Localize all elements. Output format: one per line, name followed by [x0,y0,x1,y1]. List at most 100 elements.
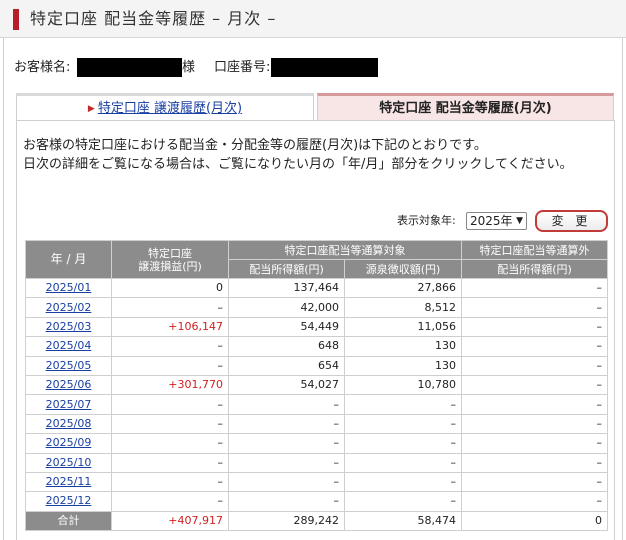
account-number-label: 口座番号: [214,60,271,75]
dividend-cell: 42,000 [228,297,345,318]
table-row: 2025/02 – 42,000 8,512 – [25,297,608,318]
chevron-down-icon: ▼ [516,216,523,226]
month-cell: 2025/12 [25,491,112,512]
total-withholding: 58,474 [344,510,462,532]
description-line-1: お客様の特定口座における配当金・分配金等の履歴(月次)は下記のとおりです。 [23,138,487,153]
tab-dividend-history-label: 特定口座 配当金等履歴(月次) [379,101,552,116]
month-link[interactable]: 2025/02 [46,301,92,314]
non-dividend-cell: – [461,471,608,493]
account-number-redacted [271,58,378,77]
withholding-cell: – [344,491,462,512]
tab-transfer-history-label[interactable]: 特定口座 譲渡履歴(月次) [98,101,242,116]
month-link[interactable]: 2025/09 [46,436,92,449]
non-dividend-cell: – [461,277,608,299]
transfer-cell: – [111,452,229,473]
transfer-cell: +106,147 [111,316,229,338]
month-cell: 2025/10 [25,452,112,473]
transfer-cell: – [111,297,229,318]
page-title: 特定口座 配当金等履歴 – 月次 – [30,9,277,28]
table-row: 2025/03 +106,147 54,449 11,056 – [25,316,608,338]
total-non-dividend: 0 [461,510,608,532]
dividend-cell: – [228,413,345,435]
header-transfer-line-1: 特定口座 [148,246,192,260]
header-non-taxable-group: 特定口座配当等通算外 [461,240,608,260]
transfer-cell: – [111,413,229,435]
total-label: 合計 [25,510,112,532]
table-row: 2025/07 – – – – [25,394,608,415]
description: お客様の特定口座における配当金・分配金等の履歴(月次)は下記のとおりです。 日次… [23,136,573,174]
month-link[interactable]: 2025/03 [46,320,92,333]
non-dividend-cell: – [461,374,608,396]
withholding-cell: 130 [344,336,462,357]
table-row: 2025/11 – – – – [25,471,608,493]
frame-left-border [3,38,4,540]
non-dividend-cell: – [461,316,608,338]
transfer-cell: – [111,336,229,357]
transfer-cell: – [111,491,229,512]
withholding-cell: 10,780 [344,374,462,396]
title-accent-bar [13,9,19,30]
tab-dividend-history: 特定口座 配当金等履歴(月次) [317,93,614,120]
customer-info: お客様名: 様 口座番号: [14,58,394,78]
table-row: 2025/04 – 648 130 – [25,336,608,357]
table-row: 2025/08 – – – – [25,413,608,435]
header-withholding: 源泉徴収額(円) [344,259,462,279]
transfer-cell: – [111,355,229,376]
dividend-cell: – [228,452,345,473]
total-row: 合計 +407,917 289,242 58,474 0 [25,510,608,532]
dividend-cell: 54,449 [228,316,345,338]
month-link[interactable]: 2025/05 [46,359,92,372]
tab-transfer-history[interactable]: ▶ 特定口座 譲渡履歴(月次) [16,93,314,120]
month-cell: 2025/08 [25,413,112,435]
total-dividend: 289,242 [228,510,345,532]
non-dividend-cell: – [461,355,608,376]
table-row: 2025/09 – – – – [25,433,608,454]
year-filter-label: 表示対象年: [397,214,456,227]
header-dividend-income: 配当所得額(円) [228,259,345,279]
transfer-cell: +301,770 [111,374,229,396]
header-non-dividend-income: 配当所得額(円) [461,259,608,279]
withholding-cell: – [344,394,462,415]
header-transfer-gain: 特定口座 譲渡損益(円) [111,240,229,279]
month-link[interactable]: 2025/06 [46,378,92,391]
month-link[interactable]: 2025/07 [46,398,92,411]
month-link[interactable]: 2025/08 [46,417,92,430]
table-row: 2025/10 – – – – [25,452,608,473]
dividend-cell: – [228,394,345,415]
month-cell: 2025/05 [25,355,112,376]
month-link[interactable]: 2025/12 [46,494,92,507]
month-link[interactable]: 2025/01 [46,281,92,294]
transfer-cell: – [111,471,229,493]
month-link[interactable]: 2025/10 [46,456,92,469]
dividend-cell: 137,464 [228,277,345,299]
withholding-cell: 130 [344,355,462,376]
month-link[interactable]: 2025/04 [46,339,92,352]
customer-name-suffix: 様 [182,60,196,75]
dividend-cell: 648 [228,336,345,357]
dividend-cell: – [228,471,345,493]
non-dividend-cell: – [461,336,608,357]
month-cell: 2025/06 [25,374,112,396]
table-row: 2025/05 – 654 130 – [25,355,608,376]
non-dividend-cell: – [461,433,608,454]
customer-name-label: お客様名: [14,60,71,75]
non-dividend-cell: – [461,394,608,415]
month-cell: 2025/11 [25,471,112,493]
month-cell: 2025/04 [25,336,112,357]
month-cell: 2025/09 [25,433,112,454]
total-transfer: +407,917 [111,510,229,532]
month-cell: 2025/01 [25,277,112,299]
year-select-value: 2025年 [470,214,513,228]
title-bar: 特定口座 配当金等履歴 – 月次 – [0,0,626,38]
description-line-2: 日次の詳細をご覧になる場合は、ご覧になりたい月の「年/月」部分をクリックしてくだ… [23,157,573,172]
dividend-cell: – [228,491,345,512]
header-taxable-group: 特定口座配当等通算対象 [228,240,462,260]
change-button[interactable]: 変 更 [535,210,608,232]
table-row: 2025/06 +301,770 54,027 10,780 – [25,374,608,396]
table-row: 2025/12 – – – – [25,491,608,512]
non-dividend-cell: – [461,491,608,512]
dividend-history-table: 年 / 月 特定口座 譲渡損益(円) 特定口座配当等通算対象 特定口座配当等通算… [25,240,608,532]
month-link[interactable]: 2025/11 [46,475,92,488]
year-select[interactable]: 2025年 ▼ [466,212,527,230]
frame-right-border [622,38,623,540]
